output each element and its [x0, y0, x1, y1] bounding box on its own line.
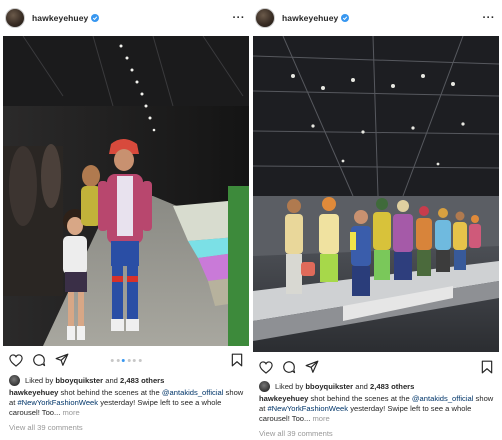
caption: hawkeyehuey shot behind the scenes at th… [259, 394, 495, 425]
more-options-icon[interactable]: ··· [483, 13, 496, 24]
caption-author[interactable]: hawkeyehuey [9, 388, 58, 397]
caption-text: shot behind the scenes at the [58, 388, 162, 397]
verified-badge-icon [91, 14, 100, 22]
carousel-dot-active [121, 358, 125, 362]
caption-more-link[interactable]: more [312, 414, 329, 423]
likes-row: Liked by bboyquikster and 2,483 others [259, 379, 495, 393]
view-comments-link[interactable]: View all 39 comments [9, 423, 83, 432]
carousel-dot [138, 358, 142, 362]
caption-hashtag[interactable]: #NewYorkFashionWeek [17, 398, 98, 407]
heart-icon[interactable] [9, 353, 23, 367]
username[interactable]: hawkeyehuey [282, 13, 338, 23]
liked-by-joiner: and [355, 381, 368, 391]
liked-by-prefix: Liked by [25, 375, 54, 385]
send-icon[interactable] [305, 360, 319, 374]
post-header: hawkeyehuey ··· [5, 6, 247, 30]
carousel-dot [116, 358, 120, 362]
liked-by-text: Liked by bboyquikster and 2,483 others [275, 382, 414, 391]
liked-by-prefix: Liked by [275, 381, 304, 391]
send-icon[interactable] [55, 353, 69, 367]
carousel-dot [132, 358, 136, 362]
likes-count[interactable]: 2,483 others [120, 376, 164, 385]
bookmark-icon[interactable] [231, 353, 243, 367]
liked-by-user[interactable]: bboyquikster [55, 376, 103, 385]
caption-mention[interactable]: @antakids_official [412, 394, 474, 403]
post-photo[interactable] [3, 36, 249, 346]
caption-text: shot behind the scenes at the [308, 394, 412, 403]
liked-by-text: Liked by bboyquikster and 2,483 others [25, 376, 164, 385]
post-right: hawkeyehuey ··· Liked by bboyquikster an… [253, 0, 499, 440]
liker-avatar[interactable] [259, 380, 270, 392]
post-header: hawkeyehuey ··· [255, 6, 497, 30]
more-options-icon[interactable]: ··· [233, 13, 246, 24]
comment-icon[interactable] [32, 353, 46, 367]
carousel-dot [110, 358, 114, 362]
caption-mention[interactable]: @antakids_official [162, 388, 224, 397]
post-photo[interactable] [253, 36, 499, 352]
liked-by-joiner: and [105, 375, 118, 385]
carousel-indicator [110, 358, 142, 362]
avatar[interactable] [5, 8, 25, 28]
post-left: hawkeyehuey ··· Liked by bboyquikster an… [3, 0, 249, 440]
action-bar [259, 357, 493, 377]
comment-icon[interactable] [282, 360, 296, 374]
likes-row: Liked by bboyquikster and 2,483 others [9, 373, 245, 387]
caption-hashtag[interactable]: #NewYorkFashionWeek [267, 404, 348, 413]
liker-avatar[interactable] [9, 374, 20, 386]
action-bar [9, 350, 243, 370]
bookmark-icon[interactable] [481, 360, 493, 374]
caption-more-link[interactable]: more [62, 408, 79, 417]
username[interactable]: hawkeyehuey [32, 13, 88, 23]
heart-icon[interactable] [259, 360, 273, 374]
caption-author[interactable]: hawkeyehuey [259, 394, 308, 403]
caption: hawkeyehuey shot behind the scenes at th… [9, 388, 245, 419]
verified-badge-icon [341, 14, 350, 22]
liked-by-user[interactable]: bboyquikster [305, 382, 353, 391]
view-comments-link[interactable]: View all 39 comments [259, 429, 333, 438]
carousel-dot [127, 358, 131, 362]
avatar[interactable] [255, 8, 275, 28]
likes-count[interactable]: 2,483 others [370, 382, 414, 391]
